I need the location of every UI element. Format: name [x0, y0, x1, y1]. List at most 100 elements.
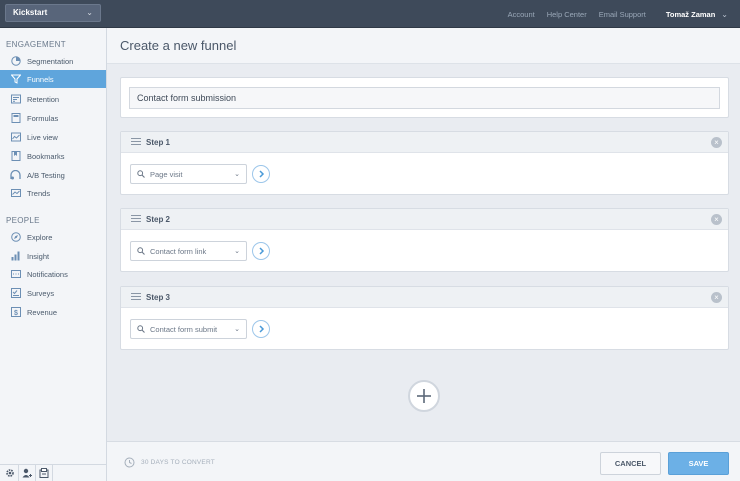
notifications-icon	[10, 269, 21, 280]
sidebar: ENGAGEMENT Segmentation Funnels Retentio…	[0, 28, 107, 481]
ab-test-icon	[10, 170, 21, 181]
add-user-icon[interactable]	[19, 465, 36, 481]
gear-icon[interactable]	[2, 465, 19, 481]
account-link[interactable]: Account	[508, 10, 535, 19]
live-view-icon	[10, 132, 21, 143]
sidebar-item-label: Revenue	[27, 307, 58, 317]
chevron-down-icon: ⌄	[234, 171, 240, 178]
chevron-down-icon: ⌄	[234, 248, 240, 255]
sidebar-item-live-view[interactable]: Live view	[0, 128, 106, 146]
sidebar-item-label: Trends	[27, 188, 51, 198]
sidebar-item-label: Surveys	[27, 288, 55, 298]
sidebar-item-insight[interactable]: Insight	[0, 247, 106, 265]
sidebar-item-segmentation[interactable]: Segmentation	[0, 52, 106, 70]
sidebar-item-label: Formulas	[27, 113, 59, 123]
section-title-people: PEOPLE	[6, 216, 40, 225]
sidebar-item-label: Live view	[27, 132, 58, 142]
top-bar: Kickstart ⌄ Account Help Center Email Su…	[0, 0, 740, 28]
page-header: Create a new funnel	[107, 28, 740, 64]
step-header: Step 2 ×	[121, 209, 728, 230]
email-support-link[interactable]: Email Support	[599, 10, 646, 19]
close-icon[interactable]: ×	[711, 292, 722, 303]
conversion-window[interactable]: 30 DAYS TO CONVERT	[124, 457, 215, 468]
sidebar-item-retention[interactable]: Retention	[0, 90, 106, 108]
close-icon[interactable]: ×	[711, 137, 722, 148]
event-select-value: Page visit	[150, 169, 183, 179]
next-step-button[interactable]	[252, 165, 270, 183]
add-step-button[interactable]	[408, 380, 440, 412]
search-icon	[137, 170, 145, 178]
sidebar-item-label: Retention	[27, 94, 60, 104]
formula-icon	[10, 113, 21, 124]
chevron-right-icon	[258, 325, 264, 333]
sidebar-item-explore[interactable]: Explore	[0, 228, 106, 246]
clock-icon	[124, 457, 135, 468]
funnel-icon	[10, 74, 21, 85]
insight-icon	[10, 251, 21, 262]
chevron-right-icon	[258, 247, 264, 255]
funnel-name-input[interactable]	[129, 87, 720, 109]
sidebar-item-bookmarks[interactable]: Bookmarks	[0, 147, 106, 165]
step-label: Step 1	[146, 138, 171, 147]
drag-handle-icon[interactable]	[131, 138, 141, 146]
bookmark-icon	[10, 151, 21, 162]
trends-icon	[10, 188, 21, 199]
revenue-icon: $	[10, 307, 21, 318]
save-button[interactable]: SAVE	[668, 452, 729, 475]
sidebar-item-revenue[interactable]: $ Revenue	[0, 303, 106, 321]
sidebar-item-formulas[interactable]: Formulas	[0, 109, 106, 127]
event-select-value: Contact form link	[150, 246, 207, 256]
chevron-down-icon[interactable]: ⌄	[721, 10, 728, 19]
sidebar-item-ab-testing[interactable]: A/B Testing	[0, 166, 106, 184]
sidebar-item-label: Notifications	[27, 269, 68, 279]
event-select[interactable]: Contact form submit ⌄	[130, 319, 247, 339]
step-header: Step 3 ×	[121, 287, 728, 308]
sidebar-item-notifications[interactable]: Notifications	[0, 265, 106, 283]
svg-text:$: $	[14, 310, 18, 317]
sidebar-item-label: Insight	[27, 251, 50, 261]
chevron-right-icon	[258, 170, 264, 178]
step-label: Step 3	[146, 293, 171, 302]
sidebar-item-label: A/B Testing	[27, 170, 65, 180]
pie-chart-icon	[10, 56, 21, 67]
top-links: Account Help Center Email Support Tomaž …	[496, 0, 728, 28]
step-card-2: Step 2 × Contact form link ⌄	[120, 208, 729, 272]
sidebar-item-label: Explore	[27, 232, 53, 242]
step-header: Step 1 ×	[121, 132, 728, 153]
event-select[interactable]: Page visit ⌄	[130, 164, 247, 184]
search-icon	[137, 325, 145, 333]
sidebar-item-trends[interactable]: Trends	[0, 184, 106, 202]
help-center-link[interactable]: Help Center	[547, 10, 587, 19]
sidebar-item-label: Funnels	[27, 74, 54, 84]
close-icon[interactable]: ×	[711, 214, 722, 225]
explore-icon	[10, 232, 21, 243]
search-icon	[137, 247, 145, 255]
sidebar-item-funnels[interactable]: Funnels	[0, 70, 106, 88]
conversion-window-label: 30 DAYS TO CONVERT	[141, 459, 215, 466]
chevron-down-icon: ⌄	[86, 8, 93, 17]
drag-handle-icon[interactable]	[131, 293, 141, 301]
drag-handle-icon[interactable]	[131, 215, 141, 223]
user-menu[interactable]: Tomaž Zaman	[666, 10, 715, 19]
cancel-button[interactable]: CANCEL	[600, 452, 661, 475]
plus-icon	[417, 389, 431, 403]
footer-bar: 30 DAYS TO CONVERT CANCEL SAVE	[107, 441, 740, 481]
step-label: Step 2	[146, 215, 171, 224]
event-select[interactable]: Contact form link ⌄	[130, 241, 247, 261]
surveys-icon	[10, 288, 21, 299]
project-selector[interactable]: Kickstart ⌄	[5, 4, 101, 22]
sidebar-item-surveys[interactable]: Surveys	[0, 284, 106, 302]
inbox-icon[interactable]	[36, 465, 53, 481]
sidebar-item-label: Bookmarks	[27, 151, 65, 161]
next-step-button[interactable]	[252, 242, 270, 260]
project-name: Kickstart	[13, 8, 48, 17]
step-card-3: Step 3 × Contact form submit ⌄	[120, 286, 729, 350]
main-content: Create a new funnel Step 1 × Page visit …	[107, 28, 740, 441]
event-select-value: Contact form submit	[150, 324, 218, 334]
sidebar-footer	[0, 464, 106, 481]
next-step-button[interactable]	[252, 320, 270, 338]
step-card-1: Step 1 × Page visit ⌄	[120, 131, 729, 195]
section-title-engagement: ENGAGEMENT	[6, 40, 66, 49]
page-title: Create a new funnel	[120, 38, 237, 53]
funnel-name-card	[120, 77, 729, 118]
